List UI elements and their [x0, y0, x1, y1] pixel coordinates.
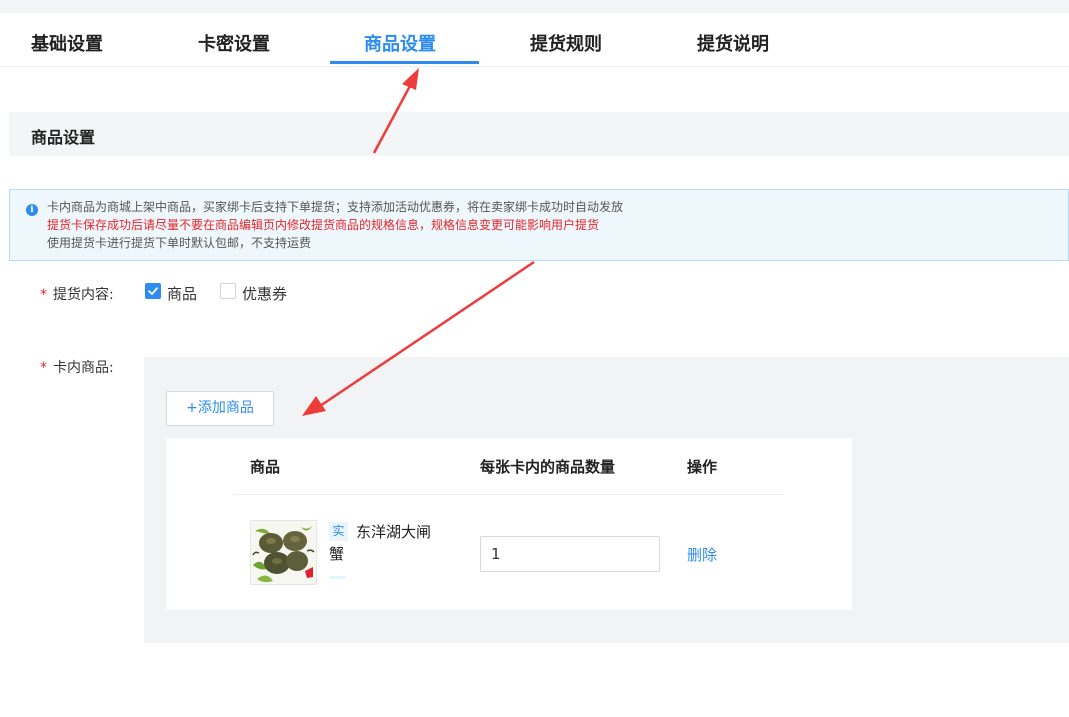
annotation-arrows: [302, 68, 535, 416]
arrow-to-tab-icon: [372, 68, 419, 154]
arrow-to-add-button-icon: [302, 260, 535, 416]
